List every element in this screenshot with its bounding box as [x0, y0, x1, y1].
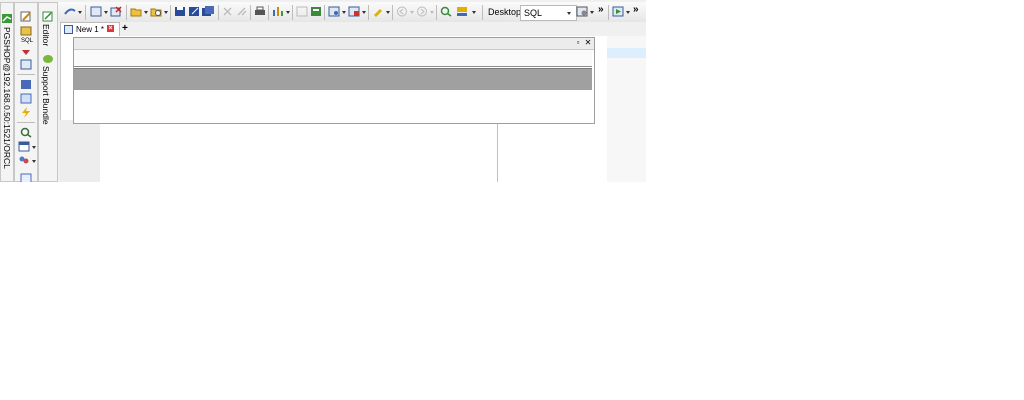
connect-icon[interactable]: [64, 6, 76, 17]
editor-gutter: [60, 120, 100, 182]
panel-content-row: [74, 50, 592, 67]
save-all-icon[interactable]: [202, 6, 214, 17]
open-recent-icon[interactable]: [150, 6, 162, 17]
desktop-dropdown-arrow[interactable]: [567, 12, 571, 15]
panel-gray-band: [74, 68, 592, 90]
desktop-select-value: SQL: [524, 8, 543, 18]
application-window: PGSHOP@192.168.0.50:1521/ORCL SQL Editor…: [0, 0, 646, 182]
connect-dropdown-arrow[interactable]: [78, 11, 82, 14]
connection-strip: PGSHOP@192.168.0.50:1521/ORCL: [0, 2, 14, 182]
tools-separator: [17, 74, 35, 75]
toolbar-separator: [482, 5, 483, 20]
forward-dropdown-arrow[interactable]: [430, 11, 434, 14]
save-as-icon[interactable]: [188, 6, 200, 17]
sql-format-icon[interactable]: [456, 6, 468, 17]
arrow-down-icon[interactable]: [20, 45, 32, 56]
layout-icon[interactable]: [18, 141, 30, 152]
toolbar-separator: [392, 5, 393, 20]
sql-icon-label[interactable]: SQL: [21, 38, 33, 44]
people-icon[interactable]: [18, 155, 30, 166]
run-icon[interactable]: [612, 6, 624, 17]
editor-icon[interactable]: [42, 11, 54, 22]
tools-strip: SQL: [14, 2, 38, 182]
lightning-icon[interactable]: [20, 107, 32, 118]
connection-label[interactable]: PGSHOP@192.168.0.50:1521/ORCL: [2, 27, 12, 169]
highlight-icon[interactable]: [372, 6, 384, 17]
window-tile-dropdown-arrow[interactable]: [362, 11, 366, 14]
highlight-dropdown-arrow[interactable]: [386, 11, 390, 14]
window-icon[interactable]: [20, 93, 32, 104]
toolbar-separator: [368, 5, 369, 20]
desktop-select[interactable]: SQL: [520, 5, 577, 21]
save-icon[interactable]: [174, 6, 186, 17]
forward-icon[interactable]: [416, 6, 428, 17]
panels-strip: Editor Support Bundle: [38, 2, 58, 182]
cut-icon[interactable]: [222, 6, 234, 17]
selected-row-highlight: [606, 48, 646, 58]
toolbar-separator: [268, 5, 269, 20]
edit-icon[interactable]: [20, 11, 32, 22]
desktop-label: Desktop:: [488, 7, 524, 17]
window-layout-icon[interactable]: [328, 6, 340, 17]
layout-dropdown-arrow[interactable]: [32, 146, 36, 149]
support-bundle-label[interactable]: Support Bundle: [41, 66, 51, 125]
chart-icon[interactable]: [272, 6, 284, 17]
object-icon[interactable]: [20, 25, 32, 36]
grid-icon[interactable]: [20, 79, 32, 90]
tab-label: New 1 *: [76, 25, 105, 34]
print-icon[interactable]: [254, 6, 266, 17]
toolbar-overflow-chevron-2[interactable]: »: [633, 4, 639, 15]
toolbar-separator: [126, 5, 127, 20]
back-icon[interactable]: [396, 6, 408, 17]
toolbar-separator: [608, 5, 609, 20]
tab-bar: New 1 * × +: [58, 22, 646, 36]
pane-splitter[interactable]: [497, 120, 498, 182]
toolbar-separator: [218, 5, 219, 20]
panel-header: ▫ ✕: [74, 38, 594, 50]
toolbar-separator: [250, 5, 251, 20]
copy-icon[interactable]: [236, 6, 248, 17]
grid-disabled-icon[interactable]: [296, 6, 308, 17]
export-icon[interactable]: [310, 6, 322, 17]
chart-dropdown-arrow[interactable]: [286, 11, 290, 14]
panel-restore-icon[interactable]: ▫: [574, 39, 582, 47]
connection-icon[interactable]: [1, 13, 13, 24]
new-sql-icon[interactable]: [90, 6, 102, 17]
window-layout-dropdown-arrow[interactable]: [342, 11, 346, 14]
back-dropdown-arrow[interactable]: [410, 11, 414, 14]
tab-new-1[interactable]: New 1 * ×: [60, 22, 120, 36]
table-icon[interactable]: [20, 59, 32, 70]
people-dropdown-arrow[interactable]: [32, 160, 36, 163]
tab-close-icon[interactable]: ×: [107, 25, 114, 32]
toolbar-separator: [292, 5, 293, 20]
toolbar-separator: [436, 5, 437, 20]
toolbar-separator: [85, 5, 86, 20]
main-toolbar: Desktop: SQL » »: [58, 2, 646, 23]
close-document-icon[interactable]: [110, 6, 122, 17]
panel-close-icon[interactable]: ✕: [584, 39, 592, 47]
open-dropdown-arrow[interactable]: [144, 11, 148, 14]
run-dropdown-arrow[interactable]: [626, 11, 630, 14]
add-tab-button[interactable]: +: [122, 22, 128, 35]
sql-format-dropdown-arrow[interactable]: [472, 11, 476, 14]
desktop-manage-dropdown-arrow[interactable]: [590, 11, 594, 14]
docked-panel: ▫ ✕: [73, 37, 595, 124]
recent-dropdown-arrow[interactable]: [164, 11, 168, 14]
toolbar-separator: [170, 5, 171, 20]
support-bundle-icon[interactable]: [42, 53, 54, 64]
report-icon[interactable]: [20, 173, 32, 182]
find-icon[interactable]: [440, 6, 452, 17]
new-sql-dropdown-arrow[interactable]: [104, 11, 108, 14]
tools-separator-2: [17, 122, 35, 123]
editor-panel-label[interactable]: Editor: [41, 24, 51, 46]
desktop-manage-icon[interactable]: [576, 6, 588, 17]
window-tile-icon[interactable]: [348, 6, 360, 17]
toolbar-overflow-chevron[interactable]: »: [598, 4, 604, 15]
search-icon[interactable]: [20, 127, 32, 138]
toolbar-separator: [324, 5, 325, 20]
sql-file-icon: [64, 25, 73, 34]
open-folder-icon[interactable]: [130, 6, 142, 17]
